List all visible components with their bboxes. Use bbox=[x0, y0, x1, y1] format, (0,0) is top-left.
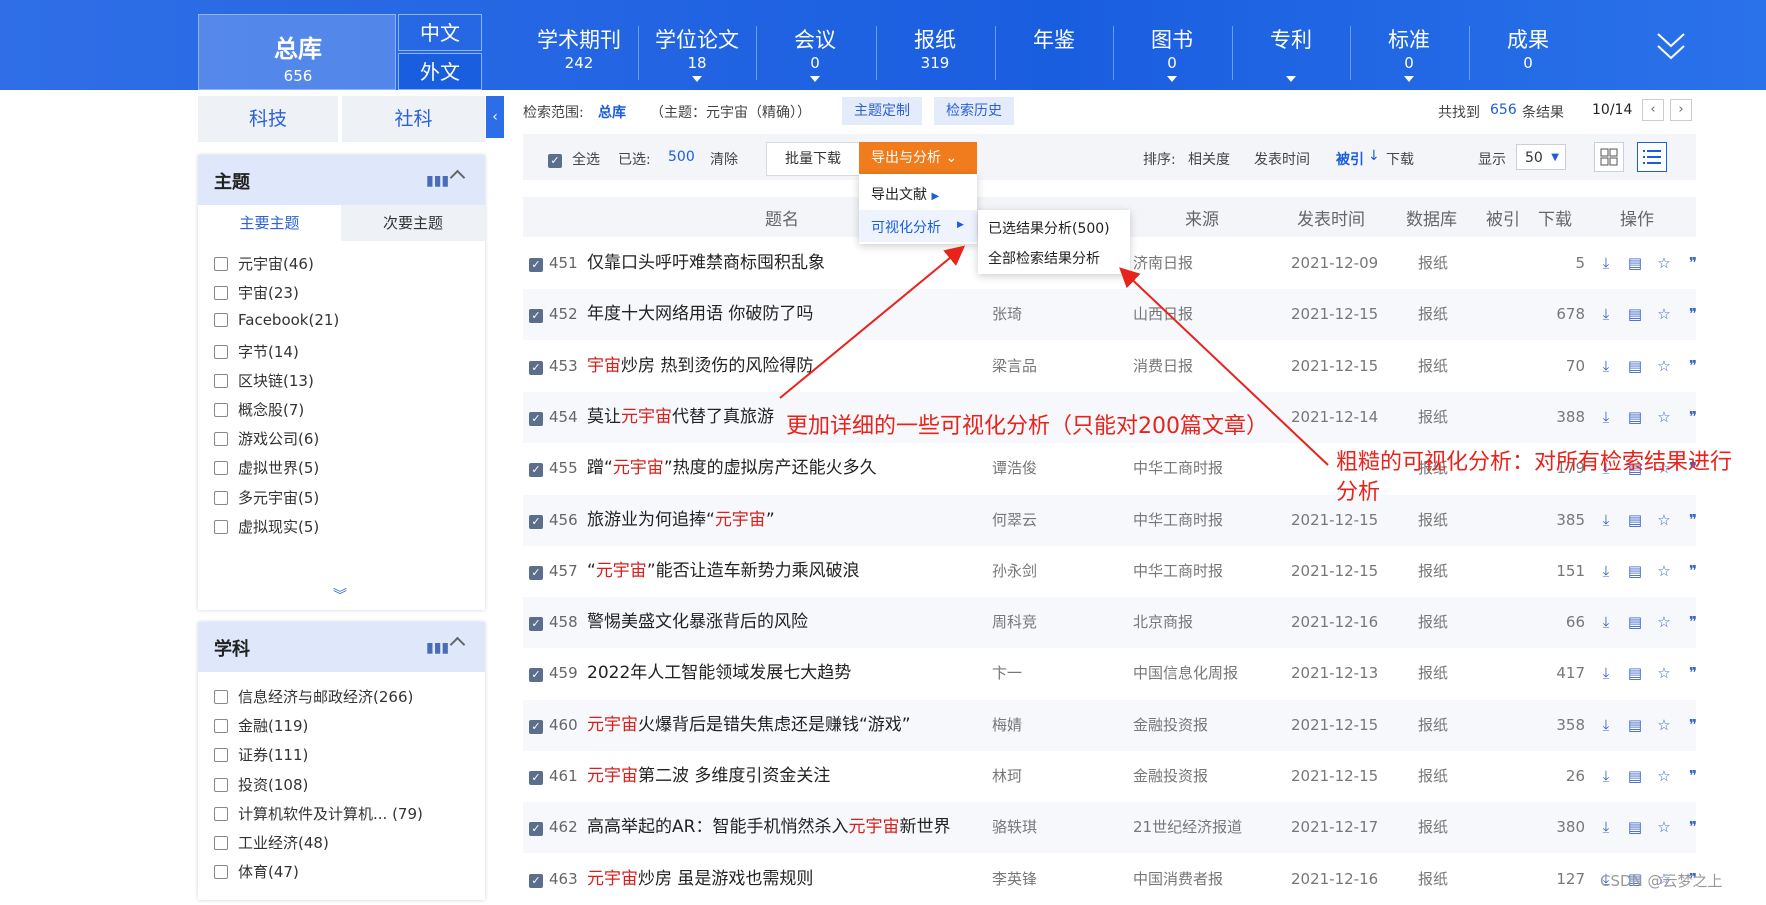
annotation-detailed-analysis: 更加详细的一些可视化分析（只能对200篇文章） bbox=[786, 414, 1268, 439]
watermark: CSDN @云梦之上 bbox=[1600, 872, 1723, 890]
annotation-rough-analysis-line2: 分析 bbox=[1336, 480, 1381, 505]
annotation-rough-analysis-line1: 粗糙的可视化分析：对所有检索结果进行 bbox=[1336, 450, 1733, 475]
